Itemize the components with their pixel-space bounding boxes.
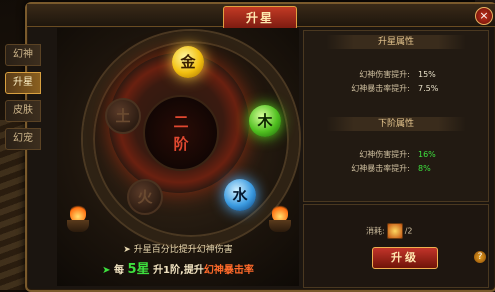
element-wood-orb[interactable]: 木	[249, 105, 281, 137]
title-bar: 升星 ×	[27, 4, 495, 30]
info-line-1: ➤ 升星百分比提升幻神伤害	[123, 245, 233, 255]
brazier-left-icon	[67, 204, 89, 234]
side-tabs: 幻神 升星 皮肤 幻宠	[5, 44, 41, 156]
arrow-icon: ➤	[102, 265, 115, 276]
current-attributes-title: 升星属性	[326, 35, 466, 49]
attributes-panel: 升星属性 幻神伤害提升: 15% 幻神暴击率提升: 7.5% 下阶属性 幻神伤害提升…	[303, 30, 489, 202]
brazier-right-icon	[269, 204, 291, 234]
window-title: 升星	[223, 6, 297, 30]
element-earth-orb[interactable]: 土	[105, 98, 141, 134]
stat-row: 幻神暴击率提升: 7.5%	[351, 84, 439, 93]
upgrade-button[interactable]: 升级	[372, 247, 438, 269]
stat-row: 幻神伤害提升: 15%	[359, 70, 436, 79]
close-button[interactable]: ×	[475, 7, 493, 25]
stage-label: 二 阶	[173, 113, 189, 153]
element-gold-orb[interactable]: 金	[172, 46, 204, 78]
tab-huanchong[interactable]: 幻宠	[5, 128, 41, 150]
star-wheel-panel: 二 阶 金 木 水 火 土 ➤ 升星百分比提升幻神伤害 ➤ 每 5星 升1阶,提…	[57, 28, 299, 286]
tab-pifu[interactable]: 皮肤	[5, 100, 41, 122]
cost-info: 消耗:/2	[366, 223, 413, 239]
arrow-icon: ➤	[123, 245, 134, 255]
stat-row: 幻神伤害提升: 16%	[359, 150, 436, 159]
tab-shengxing[interactable]: 升星	[5, 72, 41, 94]
stage-disc: 二 阶	[143, 95, 219, 171]
stat-row: 幻神暴击率提升: 8%	[351, 164, 431, 173]
cost-panel: 消耗:/2 升级 ?	[303, 204, 489, 288]
tab-huanshen[interactable]: 幻神	[5, 44, 41, 66]
material-item-icon[interactable]	[386, 223, 403, 239]
upgrade-star-window: 升星 × 幻神 升星 皮肤 幻宠 二 阶 金 木 水 火 土 ➤ 升星百分比提升…	[5, 2, 495, 292]
next-attributes-title: 下阶属性	[326, 117, 466, 131]
element-fire-orb[interactable]: 火	[127, 179, 163, 215]
info-line-2: ➤ 每 5星 升1阶,提升幻神暴击率	[102, 262, 254, 277]
element-water-orb[interactable]: 水	[224, 179, 256, 211]
help-icon[interactable]: ?	[474, 251, 486, 263]
